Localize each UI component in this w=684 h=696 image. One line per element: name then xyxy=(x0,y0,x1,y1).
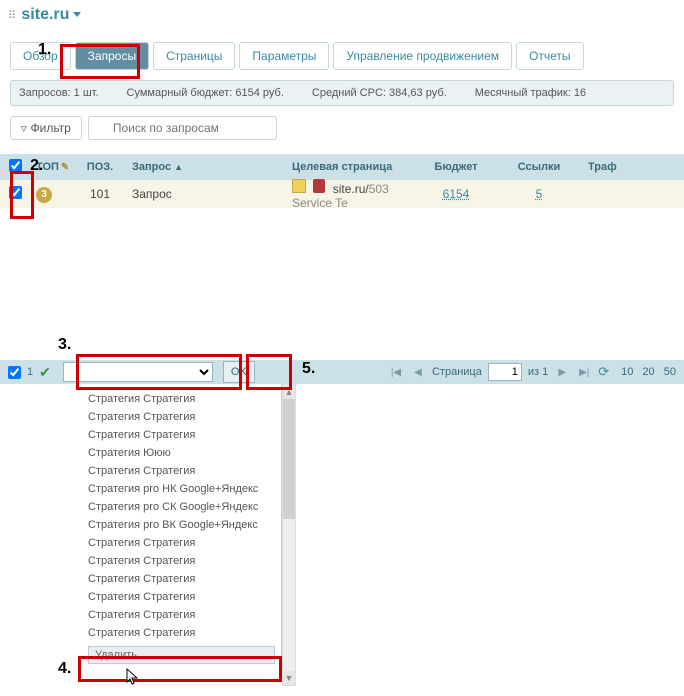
tab-overview[interactable]: Обзор xyxy=(10,42,71,70)
list-item[interactable]: Стратегия pro НК Google+Яндекс xyxy=(82,480,281,498)
list-item[interactable]: Стратегия pro ВК Google+Яндекс xyxy=(82,516,281,534)
col-budget[interactable]: Бюджет xyxy=(416,161,496,173)
site-selector[interactable]: site.ru xyxy=(21,6,81,23)
scroll-up-icon[interactable]: ▲ xyxy=(283,385,295,399)
row-pos: 101 xyxy=(74,187,126,201)
row-query[interactable]: Запрос xyxy=(126,187,286,201)
col-top[interactable]: ТОП✎ xyxy=(30,161,74,173)
select-all-checkbox[interactable] xyxy=(9,159,22,172)
row-checkbox[interactable] xyxy=(9,186,22,199)
last-page-icon[interactable]: ▶| xyxy=(576,364,592,380)
stats-bar: Запросов: 1 шт. Суммарный бюджет: 6154 р… xyxy=(10,80,674,106)
col-links[interactable]: Ссылки xyxy=(496,161,582,173)
page-size-20[interactable]: 20 xyxy=(642,366,654,378)
list-item[interactable]: Стратегия Стратегия xyxy=(82,462,281,480)
tab-promo[interactable]: Управление продвижением xyxy=(333,42,512,70)
list-item[interactable]: Стратегия Стратегия xyxy=(82,408,281,426)
list-item[interactable]: Стратегия Ююю xyxy=(82,444,281,462)
stats-budget: Суммарный бюджет: 6154 руб. xyxy=(127,87,284,99)
page-size-10[interactable]: 10 xyxy=(621,366,633,378)
ok-button[interactable]: OK xyxy=(223,361,255,383)
stats-cpc: Средний CPC: 384,63 руб. xyxy=(312,87,447,99)
col-query[interactable]: Запрос▲ xyxy=(126,161,286,173)
chevron-down-icon xyxy=(73,12,81,17)
list-item[interactable]: Стратегия Стратегия xyxy=(82,570,281,588)
tab-reports[interactable]: Отчеты xyxy=(516,42,583,70)
list-item[interactable]: Стратегия Стратегия xyxy=(82,552,281,570)
drag-handle-icon: ⠿ xyxy=(8,10,16,22)
check-icon: ✔ xyxy=(39,364,51,381)
page-total: из 1 xyxy=(528,366,548,378)
top-badge: 3 xyxy=(36,187,52,203)
bulk-action-select[interactable] xyxy=(63,362,213,382)
tab-queries[interactable]: Запросы xyxy=(75,42,149,70)
list-item[interactable]: Стратегия Стратегия xyxy=(82,390,281,408)
footer-checkbox[interactable] xyxy=(8,366,21,379)
filter-button-label: Фильтр xyxy=(31,121,71,135)
filter-button[interactable]: ▿ Фильтр xyxy=(10,116,82,140)
row-target[interactable]: site.ru/503 Service Te xyxy=(286,179,416,210)
pdf-icon[interactable] xyxy=(313,179,325,193)
col-traffic[interactable]: Траф xyxy=(582,161,684,173)
tab-pages[interactable]: Страницы xyxy=(153,42,235,70)
tab-params[interactable]: Параметры xyxy=(239,42,329,70)
scroll-down-icon[interactable]: ▼ xyxy=(283,671,295,685)
action-dropdown-list: Стратегия Стратегия Стратегия Стратегия … xyxy=(82,384,282,668)
row-target-prefix: site.ru/ xyxy=(333,182,369,196)
prev-page-icon[interactable]: ◀ xyxy=(410,364,426,380)
list-item[interactable]: Стратегия Стратегия xyxy=(82,588,281,606)
col-target[interactable]: Целевая страница xyxy=(286,161,416,173)
page-size-50[interactable]: 50 xyxy=(664,366,676,378)
first-page-icon[interactable]: |◀ xyxy=(388,364,404,380)
scroll-thumb[interactable] xyxy=(283,399,295,519)
list-item[interactable]: Стратегия Стратегия xyxy=(82,534,281,552)
edit-icon[interactable] xyxy=(292,179,306,193)
dropdown-scrollbar[interactable]: ▲ ▼ xyxy=(282,384,296,686)
list-item[interactable]: Стратегия pro СК Google+Яндекс xyxy=(82,498,281,516)
row-links[interactable]: 5 xyxy=(536,187,543,201)
funnel-icon: ▿ xyxy=(21,122,27,135)
sort-asc-icon: ▲ xyxy=(174,162,183,172)
footer-toolbar: 1 ✔ OK |◀ ◀ Страница из 1 ▶ ▶| ⟳ 10 20 5… xyxy=(0,360,684,384)
page-input[interactable] xyxy=(488,363,522,381)
search-input[interactable] xyxy=(88,116,277,140)
delete-option[interactable]: Удалить xyxy=(88,646,275,664)
annotation-4-label: 4. xyxy=(58,660,71,678)
page-label: Страница xyxy=(432,366,482,378)
stats-traffic: Месячный трафик: 16 xyxy=(475,87,586,99)
annotation-3-label: 3. xyxy=(58,336,71,354)
cursor-icon xyxy=(126,668,140,686)
list-item[interactable]: Стратегия Стратегия xyxy=(82,606,281,624)
list-item[interactable]: Стратегия Стратегия xyxy=(82,426,281,444)
col-pos[interactable]: ПОЗ. xyxy=(74,161,126,173)
list-item[interactable]: Стратегия Стратегия xyxy=(82,624,281,642)
next-page-icon[interactable]: ▶ xyxy=(554,364,570,380)
table-row: 3 101 Запрос site.ru/503 Service Te 6154… xyxy=(0,180,684,208)
page-size-picker: 10 20 50 xyxy=(615,366,676,378)
selected-count: 1 xyxy=(27,366,33,378)
pencil-icon: ✎ xyxy=(61,162,69,173)
stats-count: Запросов: 1 шт. xyxy=(19,87,99,99)
grid-header: ТОП✎ ПОЗ. Запрос▲ Целевая страница Бюдже… xyxy=(0,154,684,180)
row-budget[interactable]: 6154 xyxy=(443,187,470,201)
main-tabs: Обзор Запросы Страницы Параметры Управле… xyxy=(0,42,684,70)
refresh-icon[interactable]: ⟳ xyxy=(598,364,609,380)
